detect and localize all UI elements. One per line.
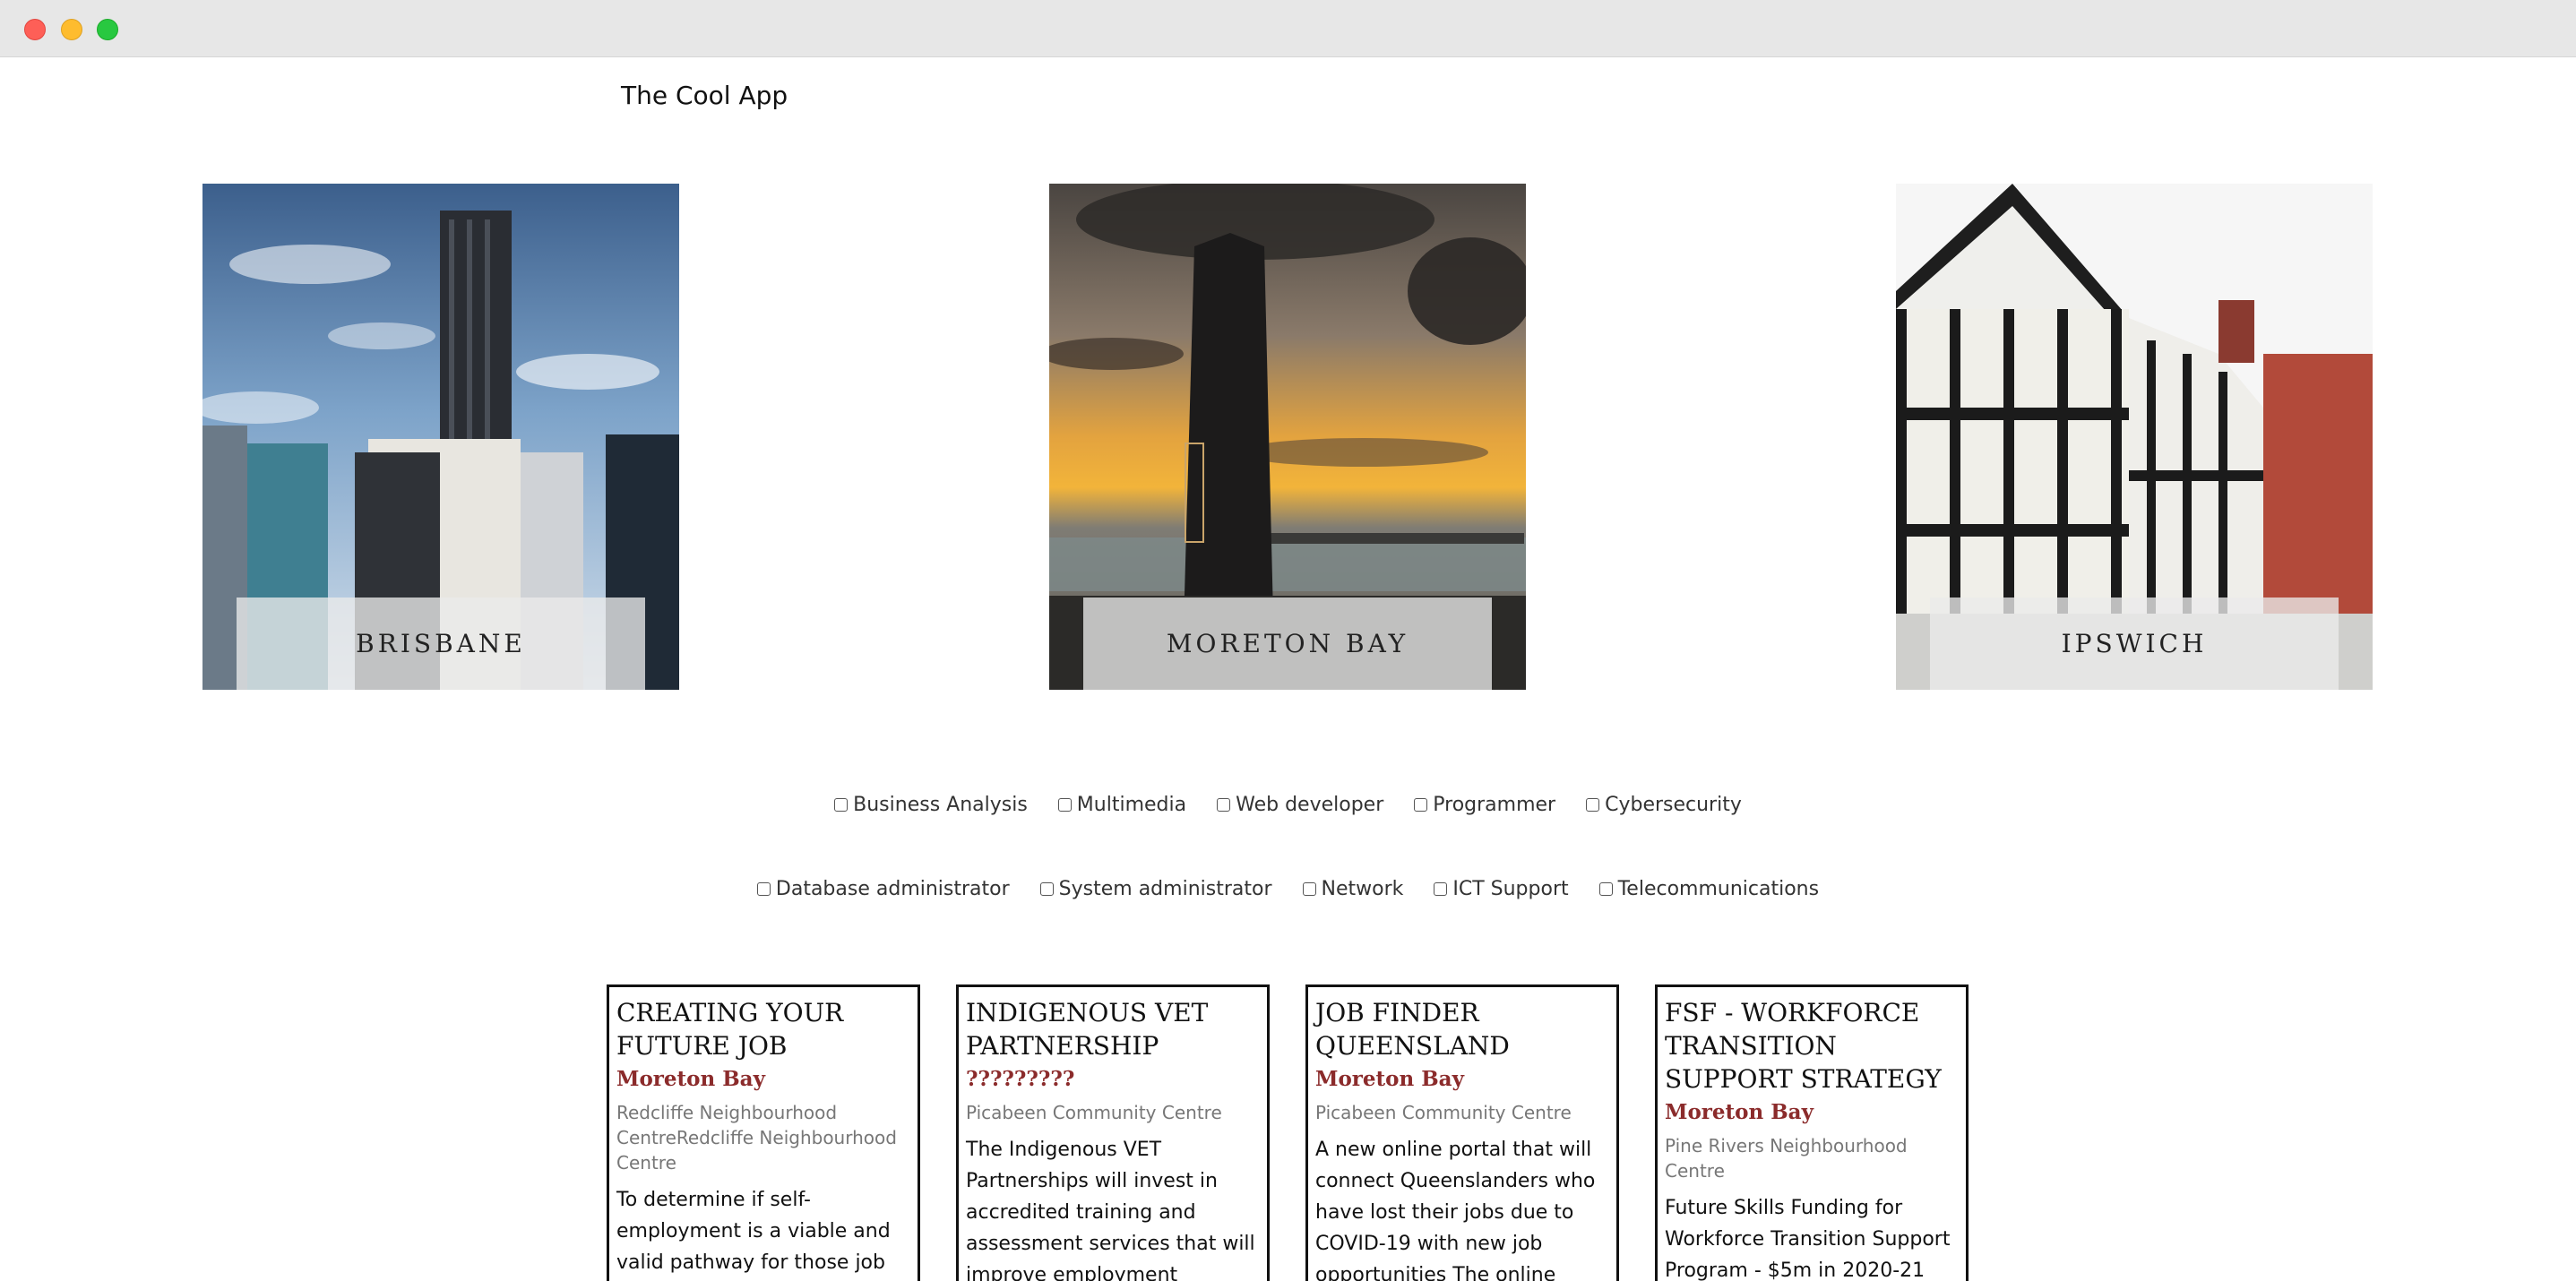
job-category-filters-row-2: Database administrator System administra… <box>0 878 2576 900</box>
filter-web-developer[interactable]: Web developer <box>1217 794 1383 816</box>
job-card[interactable]: INDIGENOUS VET PARTNERSHIP ????????? Pic… <box>956 984 1270 1281</box>
filter-label: Cybersecurity <box>1605 794 1742 816</box>
checkbox-icon[interactable] <box>834 798 849 812</box>
filter-database-administrator[interactable]: Database administrator <box>756 878 1010 900</box>
app-title: The Cool App <box>621 81 788 110</box>
filter-label: Database administrator <box>775 878 1010 900</box>
job-card[interactable]: JOB FINDER QUEENSLAND Moreton Bay Picabe… <box>1305 984 1619 1281</box>
filter-label: Business Analysis <box>853 794 1028 816</box>
window-titlebar <box>0 0 2576 57</box>
job-region: ????????? <box>966 1067 1075 1091</box>
job-description: To determine if self-employment is a via… <box>616 1189 891 1274</box>
filter-label: Telecommunications <box>1617 878 1820 900</box>
checkbox-icon[interactable] <box>1057 798 1072 812</box>
job-description: The Indigenous VET Partnerships will inv… <box>966 1139 1255 1281</box>
job-location: Pine Rivers Neighbourhood Centre <box>1665 1135 1908 1182</box>
city-label-ipswich: IPSWICH <box>1930 598 2339 690</box>
maximize-window-icon[interactable] <box>97 19 118 40</box>
job-location: Redcliffe Neighbourhood CentreRedcliffe … <box>616 1102 897 1174</box>
job-title[interactable]: FSF - WORKFORCE TRANSITION SUPPORT STRAT… <box>1665 996 1959 1096</box>
checkbox-icon[interactable] <box>1414 798 1428 812</box>
filter-label: Multimedia <box>1076 794 1187 816</box>
job-card[interactable]: FSF - WORKFORCE TRANSITION SUPPORT STRAT… <box>1655 984 1969 1281</box>
filter-label: System administrator <box>1058 878 1272 900</box>
filter-telecommunications[interactable]: Telecommunications <box>1598 878 1820 900</box>
job-region: Moreton Bay <box>616 1067 765 1091</box>
filter-cybersecurity[interactable]: Cybersecurity <box>1586 794 1742 816</box>
filter-ict-support[interactable]: ICT Support <box>1434 878 1569 900</box>
city-card-ipswich[interactable]: IPSWICH <box>1896 184 2373 690</box>
checkbox-icon[interactable] <box>1598 882 1613 896</box>
filter-label: ICT Support <box>1452 878 1569 900</box>
filter-system-administrator[interactable]: System administrator <box>1039 878 1272 900</box>
filter-multimedia[interactable]: Multimedia <box>1057 794 1187 816</box>
job-description: A new online portal that will connect Qu… <box>1315 1139 1596 1281</box>
city-label-brisbane: BRISBANE <box>237 598 645 690</box>
job-region: Moreton Bay <box>1315 1067 1464 1091</box>
filter-label: Web developer <box>1236 794 1384 816</box>
job-location: Picabeen Community Centre <box>966 1102 1222 1123</box>
job-description: Future Skills Funding for Workforce Tran… <box>1665 1197 1951 1281</box>
filter-label: Network <box>1321 878 1404 900</box>
city-card-moreton-bay[interactable]: MORETON BAY <box>1049 184 1526 690</box>
job-card[interactable]: CREATING YOUR FUTURE JOB Moreton Bay Red… <box>607 984 920 1281</box>
checkbox-icon[interactable] <box>1434 882 1448 896</box>
job-category-filters-row-1: Business Analysis Multimedia Web develop… <box>0 794 2576 816</box>
job-title[interactable]: CREATING YOUR FUTURE JOB <box>616 996 910 1062</box>
job-location: Picabeen Community Centre <box>1315 1102 1572 1123</box>
checkbox-icon[interactable] <box>1039 882 1054 896</box>
close-window-icon[interactable] <box>24 19 46 40</box>
checkbox-icon[interactable] <box>1217 798 1231 812</box>
checkbox-icon[interactable] <box>1586 798 1600 812</box>
job-title[interactable]: JOB FINDER QUEENSLAND <box>1315 996 1609 1062</box>
city-card-brisbane[interactable]: BRISBANE <box>202 184 679 690</box>
checkbox-icon[interactable] <box>1302 882 1316 896</box>
filter-business-analysis[interactable]: Business Analysis <box>834 794 1028 816</box>
checkbox-icon[interactable] <box>756 882 771 896</box>
filter-network[interactable]: Network <box>1302 878 1404 900</box>
minimize-window-icon[interactable] <box>61 19 82 40</box>
filter-programmer[interactable]: Programmer <box>1414 794 1555 816</box>
job-title[interactable]: INDIGENOUS VET PARTNERSHIP <box>966 996 1260 1062</box>
job-region: Moreton Bay <box>1665 1100 1814 1124</box>
city-label-moreton-bay: MORETON BAY <box>1083 598 1492 690</box>
filter-label: Programmer <box>1433 794 1556 816</box>
